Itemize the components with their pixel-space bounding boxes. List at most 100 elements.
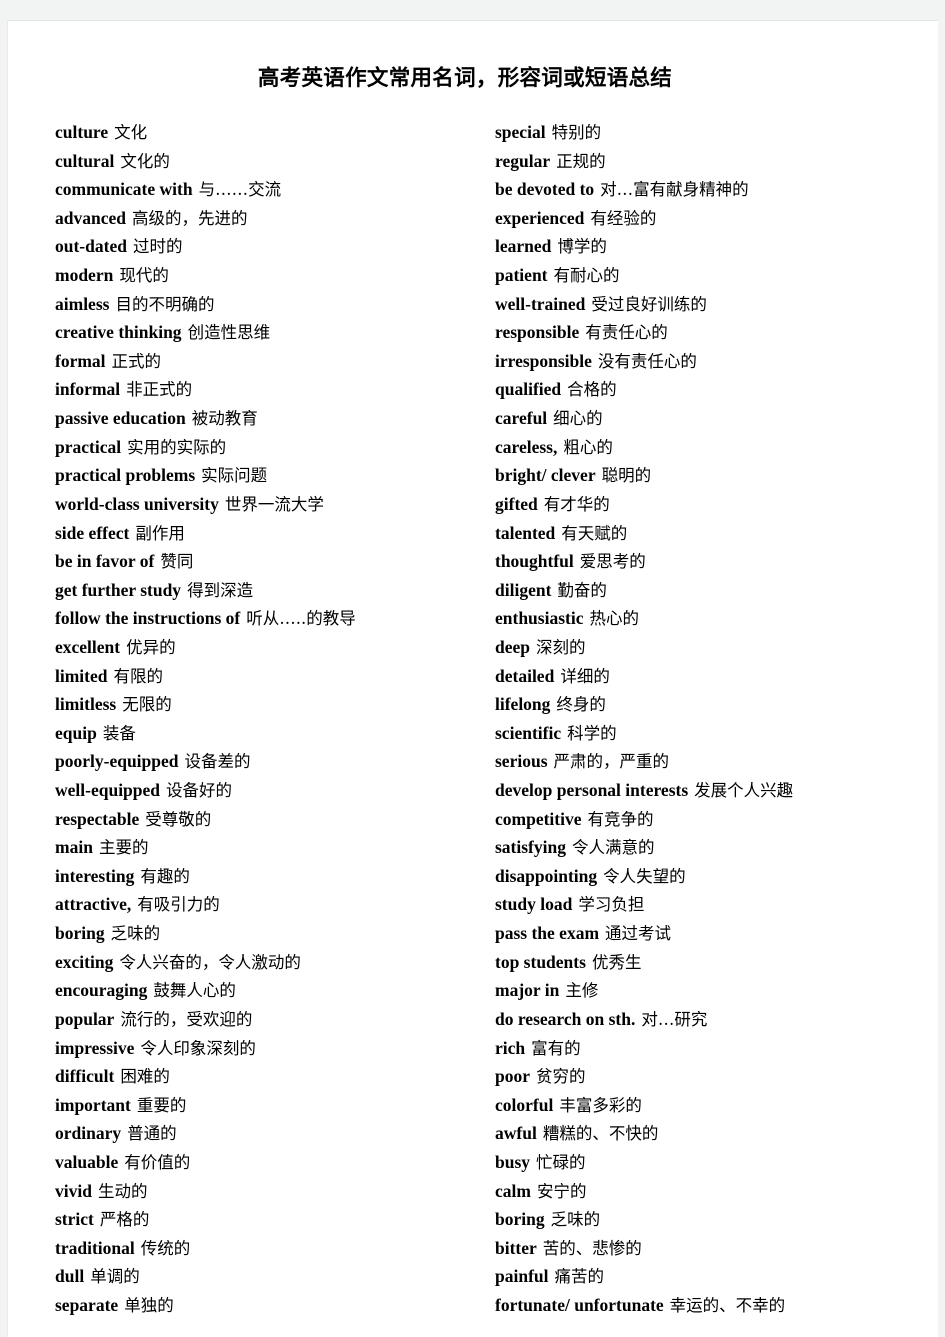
vocabulary-entry: follow the instructions of 听从…..的教导 <box>55 604 495 633</box>
entry-gloss: 赞同 <box>160 552 194 572</box>
vocabulary-entry: careful 细心的 <box>495 404 939 433</box>
entry-term: irresponsible <box>495 350 592 371</box>
entry-gloss: 深刻的 <box>536 637 586 657</box>
entry-term: out-dated <box>55 236 127 257</box>
entry-term: get further study <box>55 579 182 600</box>
entry-term: poor <box>495 1066 530 1087</box>
entry-term: important <box>55 1094 131 1115</box>
entry-gloss: 困难的 <box>120 1067 170 1087</box>
entry-gloss: 令人印象深刻的 <box>140 1038 256 1058</box>
entry-term: diligent <box>495 579 552 600</box>
vocabulary-entry: be in favor of 赞同 <box>55 547 495 576</box>
entry-term: develop personal interests <box>495 780 689 801</box>
entry-gloss: 令人满意的 <box>571 838 655 858</box>
vocabulary-entry: equip 装备 <box>55 719 495 748</box>
entry-gloss: 热心的 <box>589 609 639 629</box>
entry-gloss: 听从…..的教导 <box>246 609 356 629</box>
vocabulary-entry: scientific 科学的 <box>495 719 939 748</box>
entry-gloss: 世界一流大学 <box>224 494 324 514</box>
entry-term: bitter <box>495 1237 537 1258</box>
entry-term: well-trained <box>495 293 586 314</box>
vocabulary-entry: exciting 令人兴奋的，令人激动的 <box>55 948 495 977</box>
vocabulary-entry: culture 文化 <box>55 118 495 147</box>
vocabulary-entry: difficult 困难的 <box>55 1062 495 1091</box>
entry-gloss: 有耐心的 <box>553 266 620 286</box>
vocabulary-entry: advanced 高级的，先进的 <box>55 204 495 233</box>
entry-term: serious <box>495 751 548 772</box>
entry-gloss: 过时的 <box>132 237 183 257</box>
entry-term: interesting <box>55 865 135 886</box>
entry-gloss: 单调的 <box>90 1267 140 1287</box>
entry-term: colorful <box>495 1094 554 1115</box>
entry-term: main <box>55 837 93 858</box>
entry-term: aimless <box>55 293 110 314</box>
entry-term: experienced <box>495 207 585 228</box>
vocabulary-entry: competitive 有竞争的 <box>495 805 939 834</box>
entry-gloss: 主要的 <box>98 838 149 858</box>
vocabulary-entry: bright/ clever 聪明的 <box>495 461 939 490</box>
entry-gloss: 有天赋的 <box>561 523 628 543</box>
entry-gloss: 设备差的 <box>184 752 251 772</box>
entry-term: side effect <box>55 522 130 543</box>
entry-gloss: 普通的 <box>127 1124 177 1144</box>
vocabulary-entry: be devoted to 对…富有献身精神的 <box>495 175 939 204</box>
entry-gloss: 苦的、悲惨的 <box>542 1238 642 1258</box>
entry-term: boring <box>495 1209 545 1230</box>
vocabulary-entry: cultural 文化的 <box>55 147 495 176</box>
vocabulary-entry: impressive 令人印象深刻的 <box>55 1034 495 1063</box>
entry-term: responsible <box>495 322 580 343</box>
entry-term: major in <box>495 980 560 1001</box>
entry-gloss: 生动的 <box>97 1181 148 1201</box>
entry-gloss: 爱思考的 <box>579 552 646 572</box>
vocabulary-entry: responsible 有责任心的 <box>495 318 939 347</box>
entry-gloss: 实用的实际的 <box>127 437 227 457</box>
entry-term: study load <box>495 894 573 915</box>
entry-term: satisfying <box>495 837 566 858</box>
entry-gloss: 学习负担 <box>578 895 645 915</box>
entry-gloss: 对…研究 <box>641 1009 708 1029</box>
entry-term: exciting <box>55 951 114 972</box>
vocabulary-entry: modern 现代的 <box>55 261 495 290</box>
entry-term: rich <box>495 1037 526 1058</box>
entry-term: world-class university <box>55 493 219 514</box>
entry-term: informal <box>55 379 121 400</box>
entry-term: pass the exam <box>495 923 600 944</box>
entry-gloss: 令人失望的 <box>603 866 686 886</box>
page-title: 高考英语作文常用名词，形容词或短语总结 <box>257 66 673 90</box>
vocabulary-column-left: culture 文化 cultural 文化的 communicate with 与……交… <box>55 118 495 1320</box>
entry-gloss: 贫穷的 <box>536 1067 586 1087</box>
vocabulary-entry: bitter 苦的、悲惨的 <box>495 1234 939 1263</box>
vocabulary-entry: limited 有限的 <box>55 662 495 691</box>
entry-gloss: 详细的 <box>560 666 610 686</box>
entry-gloss: 无限的 <box>122 695 172 715</box>
vocabulary-entry: busy 忙碌的 <box>495 1148 939 1177</box>
vocabulary-entry: popular 流行的，受欢迎的 <box>55 1005 495 1034</box>
vocabulary-entry: top students 优秀生 <box>495 948 939 977</box>
vocabulary-entry: poor 贫穷的 <box>495 1062 939 1091</box>
vocabulary-entry: satisfying 令人满意的 <box>495 833 939 862</box>
entry-term: be in favor of <box>55 551 155 572</box>
entry-term: culture <box>55 122 109 142</box>
vocabulary-entry: painful 痛苦的 <box>495 1262 939 1291</box>
entry-gloss: 文化 <box>114 123 148 142</box>
entry-gloss: 有吸引力的 <box>137 895 220 915</box>
entry-gloss: 优异的 <box>126 637 176 657</box>
entry-gloss: 非正式的 <box>126 380 193 400</box>
document-page: 高考英语作文常用名词，形容词或短语总结 culture 文化 cultural 文化的… <box>7 20 938 1337</box>
vocabulary-entry: talented 有天赋的 <box>495 519 939 548</box>
entry-gloss: 幸运的、不幸的 <box>669 1295 786 1315</box>
vocabulary-entry: ordinary 普通的 <box>55 1119 495 1148</box>
entry-gloss: 特别的 <box>551 123 602 142</box>
entry-term: be devoted to <box>495 179 595 200</box>
entry-term: separate <box>55 1294 119 1315</box>
entry-term: advanced <box>55 207 126 228</box>
entry-term: fortunate/ unfortunate <box>495 1294 664 1315</box>
entry-term: dull <box>55 1266 85 1287</box>
vocabulary-entry: detailed 详细的 <box>495 662 939 691</box>
entry-gloss: 受过良好训练的 <box>591 294 707 314</box>
vocabulary-entry: well-equipped 设备好的 <box>55 776 495 805</box>
entry-term: practical problems <box>55 465 196 486</box>
entry-gloss: 被动教育 <box>191 409 258 429</box>
entry-term: encouraging <box>55 980 148 1001</box>
entry-gloss: 实际问题 <box>201 466 268 486</box>
